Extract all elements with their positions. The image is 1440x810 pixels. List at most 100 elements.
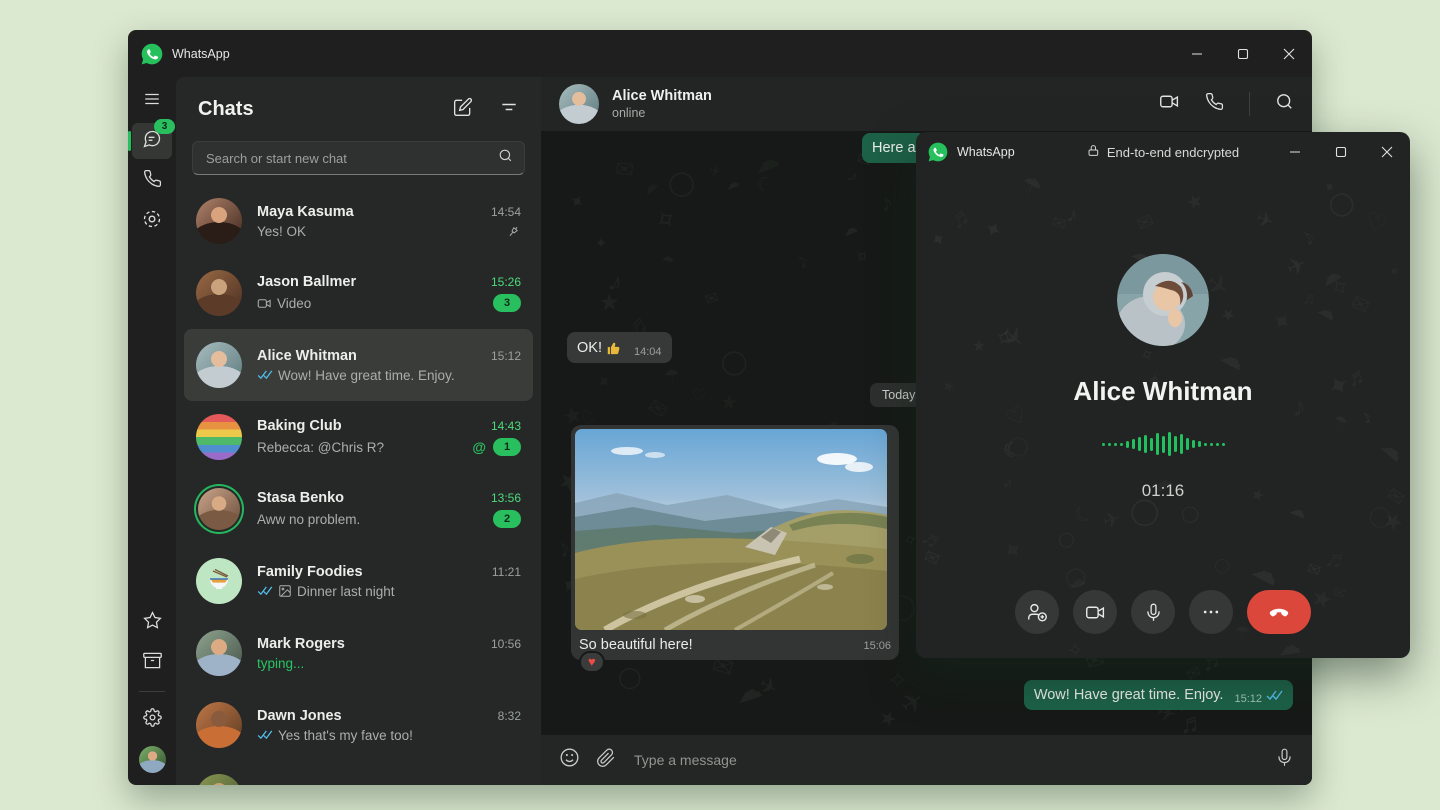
doodle-glyph: ✉ — [614, 156, 636, 184]
waveform-dot — [1222, 443, 1225, 446]
chat-list-item[interactable]: Dawn Jones 8:32 Yes that's my fave too! — [184, 689, 533, 761]
header-divider — [1249, 92, 1250, 116]
whatsapp-logo-icon — [141, 43, 163, 65]
doodle-glyph: ☂ — [659, 251, 677, 273]
voice-call-button[interactable] — [1205, 92, 1224, 116]
waveform-bar — [1198, 441, 1201, 447]
doodle-glyph: ☁ — [839, 218, 860, 240]
contact-avatar[interactable] — [559, 84, 599, 124]
chat-name: Dawn Jones — [257, 708, 490, 724]
chat-list-item[interactable]: Stasa Benko 13:56 Aww no problem. 2 — [184, 473, 533, 545]
end-call-button[interactable] — [1247, 590, 1311, 634]
chat-preview-text: Rebecca: @Chris R? — [257, 440, 384, 455]
nav-settings[interactable] — [132, 702, 172, 738]
waveform-dot — [1114, 443, 1117, 446]
maximize-button[interactable] — [1220, 30, 1266, 77]
doodle-glyph: ✉ — [1346, 289, 1374, 320]
doodle-glyph: ★ — [1378, 506, 1408, 539]
message-text: Wow! Have great time. Enjoy. — [1034, 687, 1224, 703]
profile-avatar[interactable] — [139, 746, 166, 773]
doodle-glyph: ◯ — [1211, 555, 1232, 577]
call-close-button[interactable] — [1364, 132, 1410, 172]
read-ticks-icon — [257, 586, 273, 596]
doodle-glyph: ♪ — [789, 246, 814, 275]
call-minimize-button[interactable] — [1272, 132, 1318, 172]
active-indicator — [128, 131, 131, 151]
doodle-glyph: ◯ — [1063, 564, 1088, 590]
doodle-glyph: ♬ — [945, 199, 981, 236]
search-box[interactable] — [192, 141, 525, 175]
chat-time: 15:12 — [491, 349, 521, 363]
doodle-glyph: ☁ — [1376, 431, 1410, 467]
chat-preview: Aww no problem. — [257, 512, 485, 527]
chat-list: Maya Kasuma 14:54 Yes! OK Jason Ballmer … — [176, 183, 541, 785]
call-mic-button[interactable] — [1131, 590, 1175, 634]
doodle-glyph: ☾ — [753, 172, 774, 199]
nav-rail: 3 — [128, 77, 176, 785]
doodle-glyph: ♪ — [876, 187, 896, 218]
chat-name: Jason Ballmer — [257, 274, 483, 290]
add-participant-button[interactable] — [1015, 590, 1059, 634]
nav-status[interactable] — [132, 203, 172, 239]
doodle-glyph: ♪ — [604, 265, 628, 299]
nav-archived[interactable] — [132, 645, 172, 681]
doodle-glyph: ✦ — [926, 226, 952, 254]
doodle-glyph: ☾ — [1069, 498, 1099, 530]
chat-list-item[interactable]: Mark Rogers 10:56 typing... — [184, 617, 533, 689]
search-input[interactable] — [204, 150, 490, 167]
doodle-glyph: ♪ — [844, 166, 864, 188]
new-chat-button[interactable] — [453, 97, 473, 122]
conversation-header[interactable]: Alice Whitman online — [541, 77, 1312, 131]
chats-panel: Chats Maya Kasuma 14:54 — [176, 77, 541, 785]
chat-list-item[interactable]: Maya Kasuma 14:54 Yes! OK — [184, 185, 533, 257]
doodle-glyph: ★ — [1182, 188, 1207, 217]
call-maximize-button[interactable] — [1318, 132, 1364, 172]
search-in-chat-button[interactable] — [1275, 92, 1294, 116]
chat-list-item[interactable]: Ziggy Woodley 9:12 — [184, 761, 533, 785]
chat-list-item[interactable]: Baking Club 14:43 Rebecca: @Chris R? @1 — [184, 401, 533, 473]
menu-button[interactable] — [132, 83, 172, 119]
unread-badge: 2 — [493, 510, 521, 528]
doodle-glyph: ✦ — [980, 215, 1007, 245]
filter-chats-button[interactable] — [499, 97, 519, 122]
chat-time: 14:54 — [491, 205, 521, 219]
call-window-title: WhatsApp — [957, 145, 1015, 159]
mic-button[interactable] — [1275, 748, 1294, 772]
chat-list-item[interactable]: Alice Whitman 15:12 Wow! Have great time… — [184, 329, 533, 401]
message-outgoing-wow[interactable]: Wow! Have great time. Enjoy. 15:12 — [1024, 680, 1293, 710]
photo-icon — [278, 584, 292, 598]
video-call-button[interactable] — [1159, 91, 1180, 117]
attach-button[interactable] — [596, 748, 616, 773]
composer-bar — [541, 735, 1312, 785]
waveform-dot — [1216, 443, 1219, 446]
minimize-button[interactable] — [1174, 30, 1220, 77]
call-video-button[interactable] — [1073, 590, 1117, 634]
nav-calls[interactable] — [132, 163, 172, 199]
waveform-bar — [1156, 433, 1159, 455]
whatsapp-logo-icon — [928, 142, 948, 162]
doodle-glyph: ☁ — [1314, 297, 1342, 326]
doodle-glyph: ♬ — [1343, 361, 1373, 393]
more-options-button[interactable] — [1189, 590, 1233, 634]
chat-list-item[interactable]: Jason Ballmer 15:26 Video 3 — [184, 257, 533, 329]
close-button[interactable] — [1266, 30, 1312, 77]
chat-list-item[interactable]: Family Foodies 11:21 Dinner last night — [184, 545, 533, 617]
read-ticks-icon — [1266, 689, 1283, 705]
nav-chats[interactable]: 3 — [132, 123, 172, 159]
doodle-glyph: ◯ — [1327, 189, 1356, 219]
doodle-glyph: ★ — [598, 289, 620, 317]
waveform-bar — [1174, 436, 1177, 452]
message-input[interactable] — [632, 751, 1259, 769]
emoji-button[interactable] — [559, 747, 580, 773]
heart-reaction[interactable]: ♥ — [579, 651, 605, 673]
doodle-glyph: ☁ — [1215, 340, 1250, 377]
message-photo[interactable]: So beautiful here! 15:06 ♥ — [571, 425, 899, 660]
photo-landscape[interactable] — [575, 429, 887, 630]
doodle-glyph: ✈ — [1252, 206, 1277, 235]
nav-starred[interactable] — [132, 605, 172, 641]
doodle-glyph: ◯ — [1365, 500, 1396, 532]
doodle-glyph: ✈ — [1282, 250, 1311, 283]
waveform-bar — [1186, 438, 1189, 450]
message-incoming-ok[interactable]: OK! 14:04 — [567, 332, 672, 363]
doodle-glyph: ☁ — [637, 175, 661, 200]
